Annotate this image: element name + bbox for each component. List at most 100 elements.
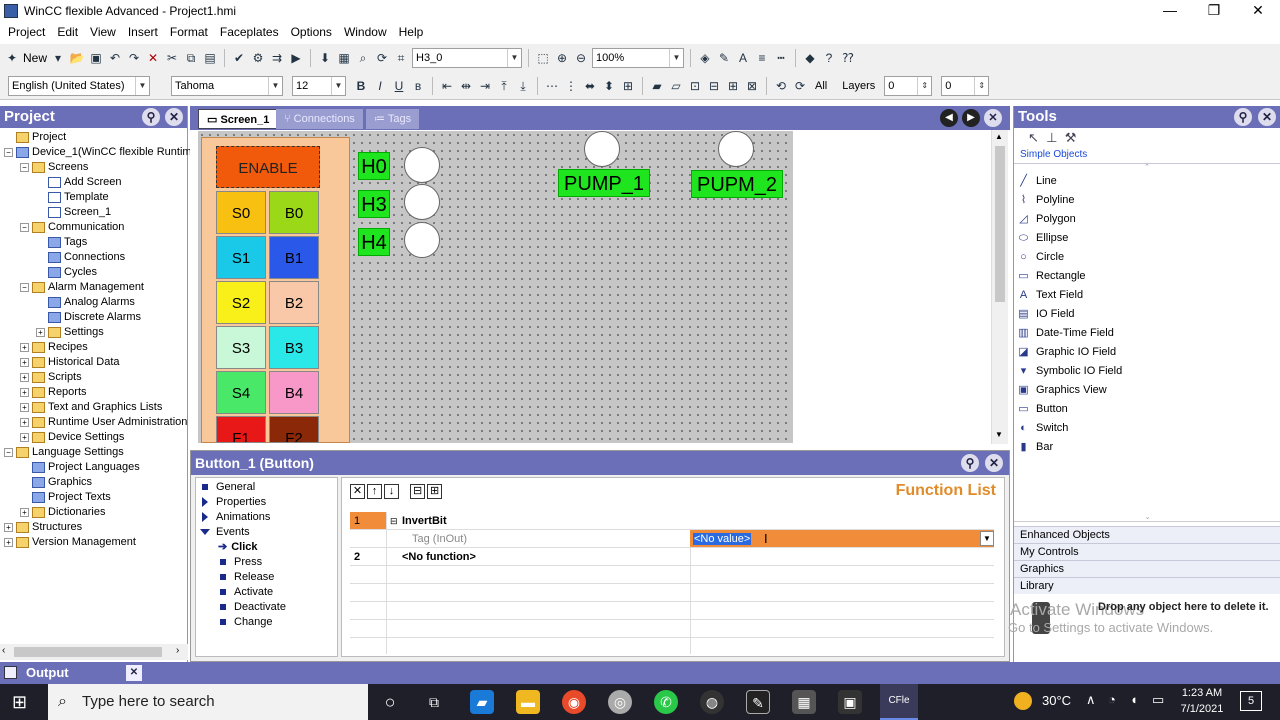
nav-event-deactivate[interactable]: Deactivate (196, 600, 337, 615)
help-icon[interactable]: ? (821, 50, 837, 66)
expand-icon[interactable]: + (20, 372, 29, 382)
chevron-down-icon[interactable]: ▼ (980, 531, 994, 546)
zoom-combo[interactable]: 100% ▼ (592, 48, 685, 68)
collapse-icon[interactable]: − (20, 162, 29, 172)
nav-event-click[interactable]: ➔ Click (196, 540, 337, 555)
indicator-h0-circle[interactable] (404, 147, 440, 183)
tool-line[interactable]: ╱ Line (1014, 172, 1280, 191)
align-left-icon[interactable]: ⇤ (439, 78, 455, 94)
pump-2-circle[interactable] (718, 131, 754, 167)
tool-polyline[interactable]: ⌇ Polyline (1014, 191, 1280, 210)
collapse-icon[interactable]: − (4, 147, 13, 157)
connector-icon[interactable]: ⊥ (1046, 130, 1057, 145)
cortana-icon[interactable]: ○ (378, 690, 402, 714)
h4-label[interactable]: H4 (358, 228, 390, 256)
menu-faceplates[interactable]: Faceplates (214, 25, 285, 39)
font-color-icon[interactable]: A (735, 50, 751, 66)
tool-graphic-io-field[interactable]: ◪ Graphic IO Field (1014, 343, 1280, 362)
send-back-icon[interactable]: ▱ (668, 78, 684, 94)
menu-format[interactable]: Format (164, 25, 214, 39)
function-row-2[interactable]: 2 <No function> (350, 548, 994, 566)
menu-project[interactable]: Project (2, 25, 51, 39)
find-icon[interactable]: ⌕ (355, 50, 371, 66)
line-style-icon[interactable]: ≡ (754, 50, 770, 66)
tree-item-connections[interactable]: Connections (0, 250, 187, 265)
new-button[interactable]: New (23, 51, 47, 65)
file-explorer-icon[interactable]: ▬ (516, 690, 540, 714)
pin-icon[interactable]: ⚲ (1234, 108, 1252, 126)
indicator-h3-circle[interactable] (404, 184, 440, 220)
pin-icon[interactable]: ⚲ (961, 454, 979, 472)
tab-screen-1[interactable]: ▭ Screen_1 (198, 109, 279, 129)
tree-item-language-settings[interactable]: − Language Settings (0, 445, 187, 460)
task-view-icon[interactable]: ⧉ (422, 690, 446, 714)
scroll-left-icon[interactable]: ‹ (2, 645, 5, 656)
category-graphics[interactable]: Graphics (1014, 560, 1280, 577)
grid-icon[interactable]: ⊞ (725, 78, 741, 94)
nav-general[interactable]: General (196, 480, 337, 495)
s2-button[interactable]: S2 (216, 281, 266, 324)
f2-button[interactable]: F2 (269, 416, 319, 443)
tree-item-scripts[interactable]: + Scripts (0, 370, 187, 385)
s0-button[interactable]: S0 (216, 191, 266, 234)
f1-button[interactable]: F1 (216, 416, 266, 443)
group-icon[interactable]: ⊡ (687, 78, 703, 94)
nav-event-change[interactable]: Change (196, 615, 337, 630)
zoom-in-icon[interactable]: ⊕ (554, 50, 570, 66)
output-bar[interactable]: Output ✕ (0, 662, 1280, 684)
category-my-controls[interactable]: My Controls (1014, 543, 1280, 560)
project-hscrollbar[interactable]: ‹ › (0, 644, 188, 660)
distribute-h-icon[interactable]: ⋯ (544, 78, 560, 94)
strikethrough-icon[interactable]: ʙ (410, 78, 426, 94)
nav-event-release[interactable]: Release (196, 570, 337, 585)
nav-event-press[interactable]: Press (196, 555, 337, 570)
objects-icon[interactable]: ▦ (336, 50, 352, 66)
minimize-button[interactable]: — (1148, 0, 1192, 22)
expand-icon[interactable]: + (20, 417, 29, 427)
all-layers-label[interactable]: All (815, 80, 827, 92)
category-enhanced-objects[interactable]: Enhanced Objects (1014, 526, 1280, 543)
tool-button[interactable]: ▭ Button (1014, 400, 1280, 419)
pump-1-circle[interactable] (584, 131, 620, 167)
tool-rectangle[interactable]: ▭ Rectangle (1014, 267, 1280, 286)
same-size-icon[interactable]: ⊞ (620, 78, 636, 94)
zoom-out-icon[interactable]: ⊖ (573, 50, 589, 66)
b2-button[interactable]: B2 (269, 281, 319, 324)
menu-help[interactable]: Help (393, 25, 430, 39)
s4-button[interactable]: S4 (216, 371, 266, 414)
underline-icon[interactable]: U (391, 78, 407, 94)
pin-icon[interactable]: ⚲ (142, 108, 160, 126)
copy-icon[interactable]: ⧉ (183, 50, 199, 66)
align-top-icon[interactable]: ⤒ (496, 78, 512, 94)
remove-function-icon[interactable]: ✕ (350, 484, 365, 499)
battery-icon[interactable]: ▭ (1152, 692, 1164, 708)
align-right-icon[interactable]: ⇥ (477, 78, 493, 94)
refresh-icon[interactable]: ⟳ (374, 50, 390, 66)
tool-polygon[interactable]: ◿ Polygon (1014, 210, 1280, 229)
nav-events[interactable]: Events (196, 525, 337, 540)
volume-icon[interactable]: ◖ (1130, 692, 1138, 707)
output-pin-icon[interactable]: ✕ (126, 665, 142, 681)
download-icon[interactable]: ⬇ (317, 50, 333, 66)
h0-label[interactable]: H0 (358, 152, 390, 180)
calculator-icon[interactable]: ▦ (792, 690, 816, 714)
b1-button[interactable]: B1 (269, 236, 319, 279)
tab-connections[interactable]: ⑂ Connections (276, 109, 363, 129)
collapse-icon[interactable]: − (20, 282, 29, 292)
bring-front-icon[interactable]: ▰ (649, 78, 665, 94)
cut-icon[interactable]: ✂ (164, 50, 180, 66)
font-size-combo[interactable]: 12 ▼ (292, 75, 346, 96)
tool-circle[interactable]: ○ Circle (1014, 248, 1280, 267)
next-tab-icon[interactable]: ▶ (962, 109, 980, 127)
taskbar-search[interactable]: ⌕ Type here to search (48, 684, 368, 720)
windows-start-icon[interactable]: ⊞ (12, 692, 27, 712)
b0-button[interactable]: B0 (269, 191, 319, 234)
dash-style-icon[interactable]: ┅ (773, 50, 789, 66)
paste-icon[interactable]: ▤ (202, 50, 218, 66)
clock-date[interactable]: 7/1/2021 (1176, 703, 1228, 715)
obs-icon[interactable]: ◍ (700, 690, 724, 714)
b4-button[interactable]: B4 (269, 371, 319, 414)
tree-item-screens[interactable]: − Screens (0, 160, 187, 175)
language-combo[interactable]: English (United States) ▼ (8, 75, 150, 96)
zoom-select-icon[interactable]: ⬚ (535, 50, 551, 66)
